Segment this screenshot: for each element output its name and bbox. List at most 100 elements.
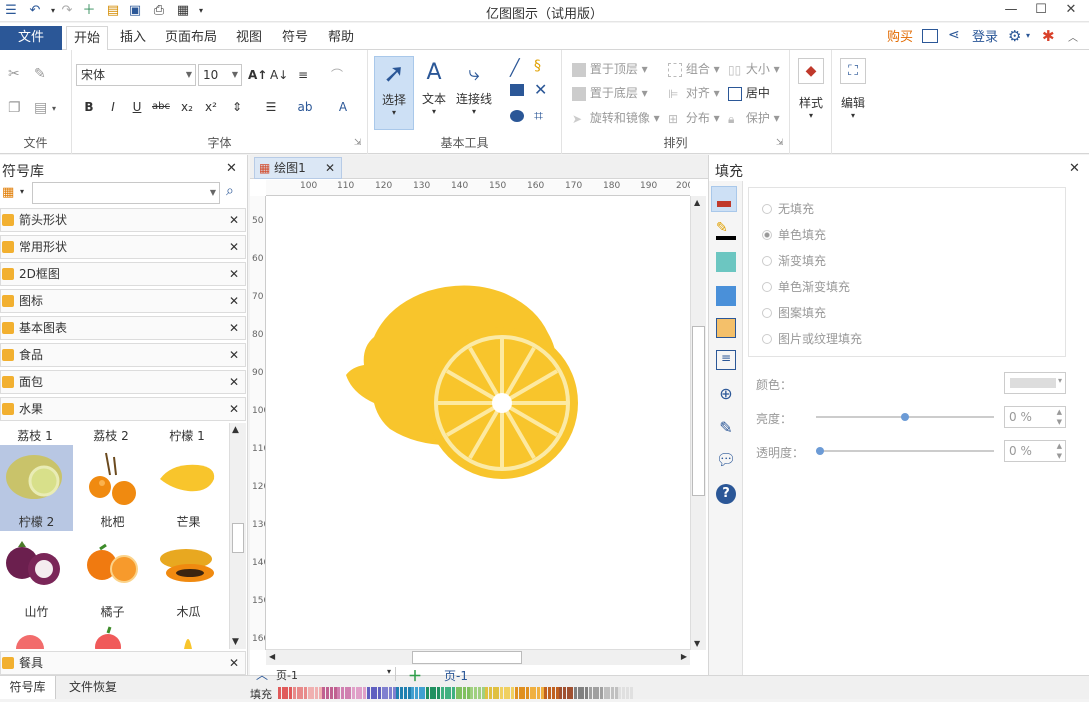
edit-button[interactable]: ⛶ 编辑 ▾	[838, 56, 868, 120]
palette-swatch[interactable]	[318, 687, 322, 699]
close-category-icon[interactable]: ✕	[229, 263, 239, 285]
comment-tab-icon[interactable]: 💬︎	[716, 450, 736, 470]
color-dropdown-icon[interactable]: ▾	[1058, 376, 1062, 385]
palette-swatch[interactable]	[396, 687, 400, 699]
document-tab[interactable]: ▦ 绘图1 ✕	[254, 157, 342, 179]
palette-swatch[interactable]	[611, 687, 614, 699]
cross-tool-icon[interactable]: ✕	[534, 80, 547, 99]
palette-swatch[interactable]	[488, 687, 492, 699]
palette-swatch[interactable]	[533, 687, 537, 699]
scrollbar-thumb[interactable]	[232, 523, 244, 553]
palette-swatch[interactable]	[555, 687, 559, 699]
palette-swatch[interactable]	[414, 687, 418, 699]
font-color-icon[interactable]: A	[334, 98, 352, 116]
line-spacing-icon[interactable]: ⌒	[328, 66, 346, 84]
shape-loquat[interactable]: 枇杷	[76, 445, 149, 531]
hyperlink-tab-icon[interactable]: ⊕	[716, 384, 736, 404]
palette-swatch[interactable]	[562, 687, 566, 699]
library-category[interactable]: 食品 ✕	[0, 343, 246, 367]
palette-swatch[interactable]	[544, 687, 548, 699]
tab-page-layout[interactable]: 页面布局	[162, 26, 220, 50]
help-icon[interactable]: ?	[716, 484, 736, 504]
paste-dropdown-icon[interactable]: ▾	[52, 104, 56, 113]
bring-front-button[interactable]: 置于顶层 ▾	[572, 60, 648, 77]
page-select-dropdown-icon[interactable]: ▾	[387, 667, 391, 676]
palette-swatch[interactable]	[451, 687, 455, 699]
palette-swatch[interactable]	[522, 687, 526, 699]
palette-swatch[interactable]	[566, 687, 570, 699]
close-category-icon[interactable]: ✕	[229, 236, 239, 258]
palette-swatch[interactable]	[492, 687, 496, 699]
palette-swatch[interactable]	[448, 687, 452, 699]
subscript-icon[interactable]: x₂	[178, 98, 196, 116]
palette-swatch[interactable]	[392, 687, 396, 699]
layer-tab-icon[interactable]	[716, 318, 736, 338]
close-window-icon[interactable]: ✕	[1056, 0, 1086, 22]
palette-swatch[interactable]	[592, 687, 596, 699]
fill-option-gradient[interactable]: 渐变填充	[762, 252, 826, 269]
palette-swatch[interactable]	[540, 687, 544, 699]
select-tool-button[interactable]: ➚ 选择 ▾	[374, 56, 414, 130]
library-category[interactable]: 常用形状 ✕	[0, 235, 246, 259]
collapse-ribbon-icon[interactable]: ︿	[1068, 29, 1078, 44]
palette-swatch[interactable]	[344, 687, 348, 699]
paragraph-spacing-icon[interactable]: ⇕	[228, 98, 246, 116]
palette-swatch[interactable]	[285, 687, 289, 699]
library-category[interactable]: 箭头形状 ✕	[0, 208, 246, 232]
canvas-hscroll-thumb[interactable]	[412, 651, 522, 664]
palette-swatch[interactable]	[440, 687, 444, 699]
fill-option-none[interactable]: 无填充	[762, 200, 814, 217]
library-category[interactable]: 面包 ✕	[0, 370, 246, 394]
center-button[interactable]: 居中	[728, 84, 770, 101]
line-tool-icon[interactable]: ╱	[510, 58, 520, 77]
palette-swatch[interactable]	[426, 687, 429, 699]
login-button[interactable]: 登录	[968, 26, 1002, 50]
shape-mangosteen[interactable]: 山竹	[0, 533, 73, 619]
text-align-icon[interactable]: ≡	[294, 66, 312, 84]
palette-swatch[interactable]	[381, 687, 385, 699]
rectangle-tool-icon[interactable]	[510, 84, 524, 96]
close-category-icon[interactable]: ✕	[229, 371, 239, 393]
shape-orange[interactable]: 橘子	[76, 533, 149, 619]
add-page-icon[interactable]: ＋	[408, 666, 422, 686]
palette-swatch[interactable]	[422, 687, 426, 699]
underline-icon[interactable]: U	[128, 98, 146, 116]
page-select[interactable]: 页-1 ▾	[276, 667, 396, 682]
shape-label[interactable]: 柠檬 1	[152, 427, 222, 444]
palette-swatch[interactable]	[588, 687, 592, 699]
palette-swatch[interactable]	[514, 687, 518, 699]
palette-swatch[interactable]	[437, 687, 441, 699]
strikethrough-icon[interactable]: abc	[152, 98, 170, 116]
connector-tool-button[interactable]: ⤷ 连接线 ▾	[454, 56, 494, 116]
bullet-list-icon[interactable]: ☰	[262, 98, 280, 116]
line-tab-icon[interactable]: ✎	[716, 220, 736, 240]
search-icon[interactable]: ⌕	[226, 183, 234, 199]
palette-swatch[interactable]	[329, 687, 333, 699]
transparency-slider-handle[interactable]	[816, 447, 824, 455]
fill-tab-icon[interactable]	[711, 186, 737, 212]
close-category-icon[interactable]: ✕	[229, 317, 239, 339]
page-tab-icon[interactable]: ≡	[716, 350, 736, 370]
shape-label[interactable]: 荔枝 2	[76, 427, 146, 444]
highlight-icon[interactable]: ab	[296, 98, 314, 116]
image-tab-icon[interactable]	[716, 286, 736, 306]
palette-swatch[interactable]	[300, 687, 304, 699]
palette-swatch[interactable]	[315, 687, 318, 699]
tab-file-recovery[interactable]: 文件恢复	[58, 676, 128, 699]
minimize-icon[interactable]: —	[996, 0, 1026, 22]
palette-swatch[interactable]	[537, 687, 540, 699]
italic-icon[interactable]: I	[104, 98, 122, 116]
palette-swatch[interactable]	[559, 687, 563, 699]
palette-swatch[interactable]	[496, 687, 500, 699]
protect-button[interactable]: 🔒︎ 保护 ▾	[728, 109, 780, 126]
palette-swatch[interactable]	[348, 687, 352, 699]
drawing-page[interactable]	[268, 197, 690, 649]
file-menu-button[interactable]: 文件	[0, 26, 62, 50]
tab-home[interactable]: 开始	[66, 26, 108, 51]
palette-swatch[interactable]	[466, 687, 470, 699]
palette-swatch[interactable]	[618, 687, 622, 699]
fill-option-pattern[interactable]: 图案填充	[762, 304, 826, 321]
palette-swatch[interactable]	[574, 687, 577, 699]
canvas-scroll-right-icon[interactable]: ▶	[681, 652, 687, 661]
shape-papaya[interactable]: 木瓜	[152, 533, 225, 619]
